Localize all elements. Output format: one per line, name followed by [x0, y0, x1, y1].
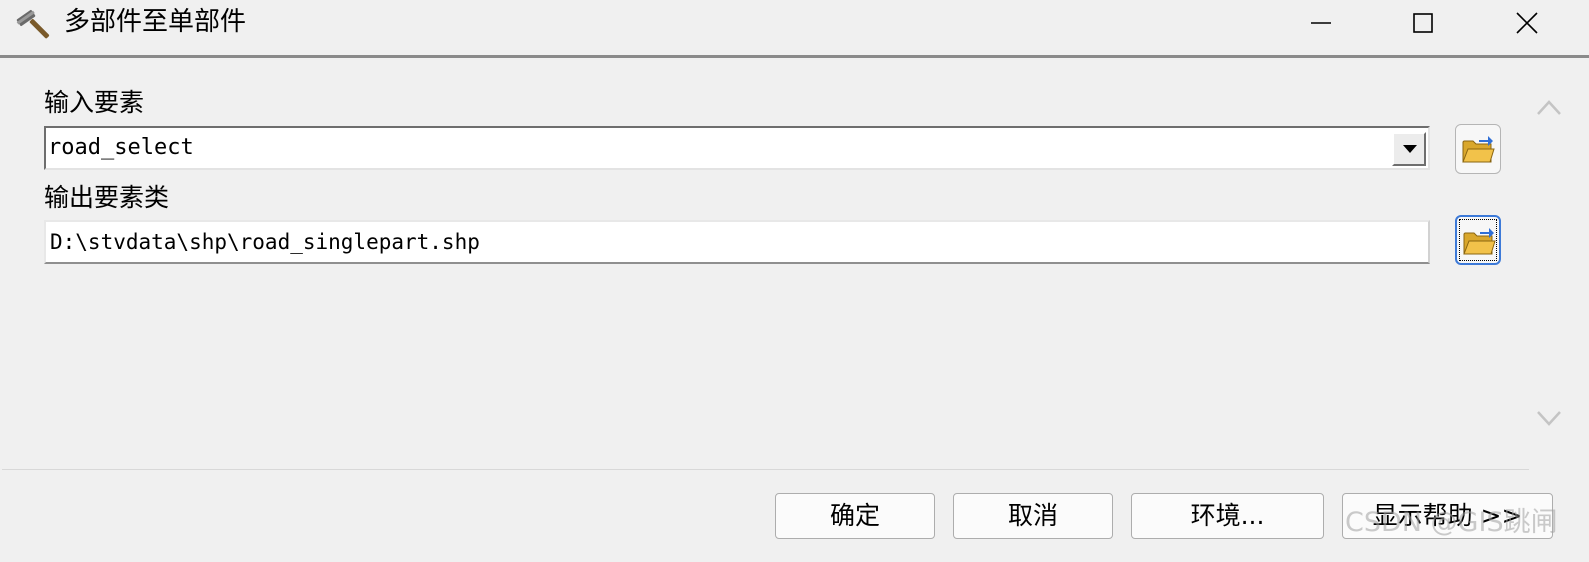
- input-features-label: 输入要素: [44, 88, 145, 117]
- show-help-button[interactable]: 显示帮助 >>: [1342, 493, 1553, 539]
- parameters-panel: [2, 61, 1529, 470]
- dropdown-arrow-icon: [1403, 145, 1417, 153]
- close-icon: [1516, 12, 1538, 34]
- cancel-button[interactable]: 取消: [953, 493, 1113, 539]
- output-feature-class-field[interactable]: D:\stvdata\shp\road_singlepart.shp: [44, 220, 1430, 264]
- input-features-combobox[interactable]: road_select: [44, 126, 1430, 170]
- output-feature-class-value: D:\stvdata\shp\road_singlepart.shp: [50, 230, 480, 254]
- close-button[interactable]: [1476, 0, 1576, 45]
- browse-input-button[interactable]: [1455, 124, 1501, 174]
- maximize-icon: [1413, 13, 1433, 33]
- dialog-window: 多部件至单部件 输入要素 road_select 输出要素类 D:\stvdat…: [0, 0, 1589, 562]
- window-title: 多部件至单部件: [64, 7, 247, 37]
- maximize-button[interactable]: [1372, 0, 1472, 45]
- environments-button[interactable]: 环境...: [1131, 493, 1324, 539]
- dropdown-button[interactable]: [1392, 132, 1426, 166]
- minimize-icon: [1311, 22, 1331, 24]
- title-bar: 多部件至单部件: [0, 0, 1589, 58]
- scroll-up-icon[interactable]: [1535, 97, 1563, 117]
- hammer-icon: [16, 9, 50, 39]
- output-feature-class-label: 输出要素类: [44, 183, 170, 212]
- minimize-button[interactable]: [1270, 0, 1370, 45]
- ok-button[interactable]: 确定: [775, 493, 935, 539]
- open-folder-icon: [1463, 228, 1496, 255]
- browse-output-button[interactable]: [1455, 215, 1501, 265]
- scroll-down-icon[interactable]: [1535, 409, 1563, 429]
- input-features-value: road_select: [48, 135, 194, 160]
- vertical-scrollbar[interactable]: [1529, 61, 1567, 469]
- open-folder-icon: [1462, 136, 1495, 163]
